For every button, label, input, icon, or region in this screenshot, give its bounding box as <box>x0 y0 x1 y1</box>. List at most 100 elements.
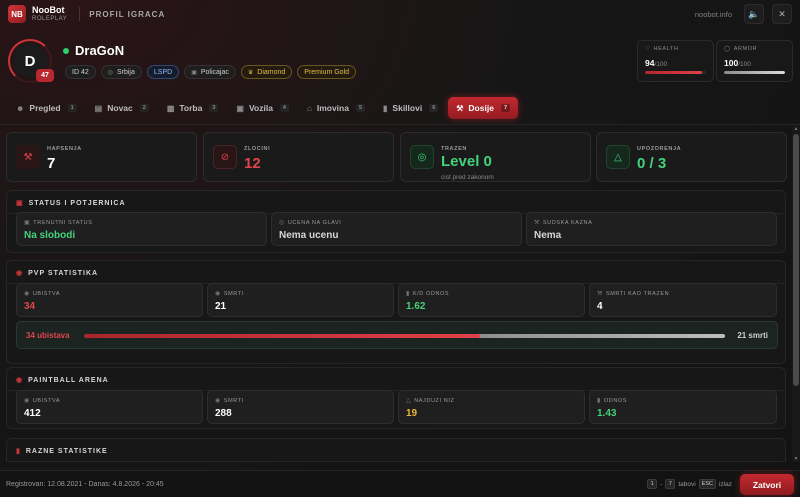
section-divider <box>7 461 785 462</box>
scroll-down-icon[interactable]: ▼ <box>792 456 800 462</box>
cell-pvp-kills: ◉ UBISTVA 34 <box>16 283 203 317</box>
gavel-icon: ⚒ <box>16 145 40 169</box>
cell-court-sentence: ⚒ SUDSKA KAZNA Nema <box>526 212 777 246</box>
ratio-kills-label: 34 ubistava <box>26 331 70 340</box>
section-title: ◉ PVP STATISTIKA <box>16 269 99 278</box>
skull-icon: ◉ <box>215 398 221 404</box>
cell-label-text: ODNOS <box>603 397 628 404</box>
section-title-text: STATUS I POTJERNICA <box>28 199 126 207</box>
section-title-text: PVP STATISTIKA <box>28 269 99 277</box>
wallet-icon: ▤ <box>94 103 103 113</box>
summary-wanted: ◎ TRAZEN Level 0 cist pred zakonom <box>400 132 591 182</box>
paintball-section: ◉ PAINTBALL ARENA ◉ UBISTVA 412 ◉ SMRTI 28… <box>6 367 786 429</box>
tab-label: Torba <box>179 103 203 113</box>
tab-skillovi[interactable]: ▮ Skillovi 6 <box>375 97 446 119</box>
sound-button[interactable]: 🔈 <box>744 4 764 24</box>
gavel-icon: ⚒ <box>597 291 603 297</box>
tab-vozila[interactable]: ▣ Vozila 4 <box>228 97 297 119</box>
cell-label-text: SMRTI <box>223 397 244 404</box>
cell-label: ◎ UCENA NA GLAVI <box>279 219 341 227</box>
player-tags: ID 42 ◎ Srbija LSPD ▣ Policajac ♛ Diamon… <box>65 65 357 79</box>
tag-label: LSPD <box>153 68 173 76</box>
tabs-hint: tabovi <box>678 480 696 488</box>
health-label: ♡ HEALTH <box>645 46 706 52</box>
briefcase-icon: ▣ <box>191 69 197 76</box>
armor-bar-fill <box>724 71 785 74</box>
tab-torba[interactable]: ▩ Torba 3 <box>159 97 227 119</box>
cell-value: Na slobodi <box>24 230 76 241</box>
cell-paintball-kills: ◉ UBISTVA 412 <box>16 390 203 424</box>
close-profile-button[interactable]: Zatvori <box>740 474 794 495</box>
tag-label: Srbija <box>116 68 135 76</box>
tab-imovina[interactable]: ⌂ Imovina 5 <box>299 97 373 119</box>
site-url[interactable]: noobot.info <box>695 10 732 19</box>
chart-icon: ▮ <box>16 448 21 455</box>
summary-value: 12 <box>244 155 261 172</box>
ban-icon: ⊘ <box>213 145 237 169</box>
content-scrollbar[interactable]: ▲ ▼ <box>792 126 800 462</box>
crosshair-icon: ◉ <box>16 270 24 277</box>
tab-shortcut: 4 <box>279 104 289 112</box>
brand: NooBot ROLEPLAY <box>32 6 68 23</box>
shield-icon: ◯ <box>724 46 731 52</box>
tab-label: Pregled <box>29 103 61 113</box>
cell-label: △ NAJDUZI NIZ <box>406 397 454 405</box>
tab-bar: ☻ Pregled 1 ▤ Novac 2 ▩ Torba 3 ▣ Vozila… <box>8 97 518 119</box>
tab-label: Skillovi <box>392 103 423 113</box>
profile-window: NB NooBot ROLEPLAY PROFIL IGRACA noobot.… <box>0 0 800 497</box>
summary-value: 0 / 3 <box>637 155 667 172</box>
pvp-section: ◉ PVP STATISTIKA ◉ UBISTVA 34 ◉ SMRTI 21 ▮… <box>6 260 786 364</box>
footer: Registrovan: 12.08.2021 - Danas: 4.8.202… <box>0 470 800 497</box>
brand-subtitle: ROLEPLAY <box>32 16 68 22</box>
tab-pregled[interactable]: ☻ Pregled 1 <box>8 97 85 119</box>
name-row: DraGoN <box>63 43 124 58</box>
cell-label: ▮ ODNOS <box>597 397 628 405</box>
car-icon: ▣ <box>236 103 244 113</box>
tab-novac[interactable]: ▤ Novac 2 <box>87 97 157 119</box>
armor-box: ◯ ARMOR 100/100 <box>716 40 793 82</box>
tag-rank: ▣ Policajac <box>184 65 236 79</box>
ratio-deaths-label: 21 smrti <box>737 331 768 340</box>
cell-value: 19 <box>406 408 418 419</box>
lock-icon: ▣ <box>24 220 31 226</box>
key-separator: - <box>660 480 663 488</box>
page-title: PROFIL IGRACA <box>89 9 166 19</box>
armor-label: ◯ ARMOR <box>724 46 785 52</box>
lock-icon: ▣ <box>16 200 24 207</box>
top-bar: NB NooBot ROLEPLAY PROFIL IGRACA <box>0 0 800 28</box>
status-section: ▣ STATUS I POTJERNICA ▣ TRENUTNI STATUS N… <box>6 190 786 253</box>
tab-label: Vozila <box>248 103 273 113</box>
tab-label: Imovina <box>316 103 349 113</box>
chart-icon: ▮ <box>383 103 388 113</box>
ratio-track <box>84 334 725 338</box>
tag-label: Diamond <box>257 68 286 76</box>
scrollbar-thumb[interactable] <box>793 134 799 386</box>
bag-icon: ▩ <box>166 103 175 113</box>
kill-death-ratio-bar: 34 ubistava 21 smrti <box>16 321 778 349</box>
key-7: 7 <box>665 479 676 489</box>
gavel-icon: ⚒ <box>534 220 540 226</box>
tag-faction: LSPD <box>146 65 180 79</box>
chart-icon: ▮ <box>597 398 601 404</box>
cell-value: 1.43 <box>597 408 617 419</box>
tab-dosije[interactable]: ⚒ Dosije 7 <box>448 97 518 119</box>
tab-label: Novac <box>107 103 133 113</box>
scroll-up-icon[interactable]: ▲ <box>792 126 800 132</box>
tag-label: ID 42 <box>72 68 89 76</box>
crown-icon: ♛ <box>247 69 254 76</box>
cell-label: ▣ TRENUTNI STATUS <box>24 219 93 227</box>
dosije-content[interactable]: ⚒ HAPSENJA 7 ⊘ ZLOCINI 12 ◎ TRAZEN Level… <box>0 126 792 462</box>
key-esc: ESC <box>698 479 716 489</box>
summary-label: UPOZORENJA <box>637 146 682 152</box>
tab-label: Dosije <box>468 103 494 113</box>
crosshair-icon: ◉ <box>24 291 30 297</box>
tab-shortcut: 2 <box>139 104 149 112</box>
close-button[interactable]: ✕ <box>772 4 792 24</box>
tab-shortcut: 1 <box>67 104 77 112</box>
cell-label-text: UBISTVA <box>32 290 61 297</box>
summary-subtext: cist pred zakonom <box>441 174 494 181</box>
summary-arrests: ⚒ HAPSENJA 7 <box>6 132 197 182</box>
registration-info: Registrovan: 12.08.2021 - Danas: 4.8.202… <box>6 481 164 488</box>
target-icon: ◎ <box>410 145 434 169</box>
tag-country: ◎ Srbija <box>100 65 142 79</box>
